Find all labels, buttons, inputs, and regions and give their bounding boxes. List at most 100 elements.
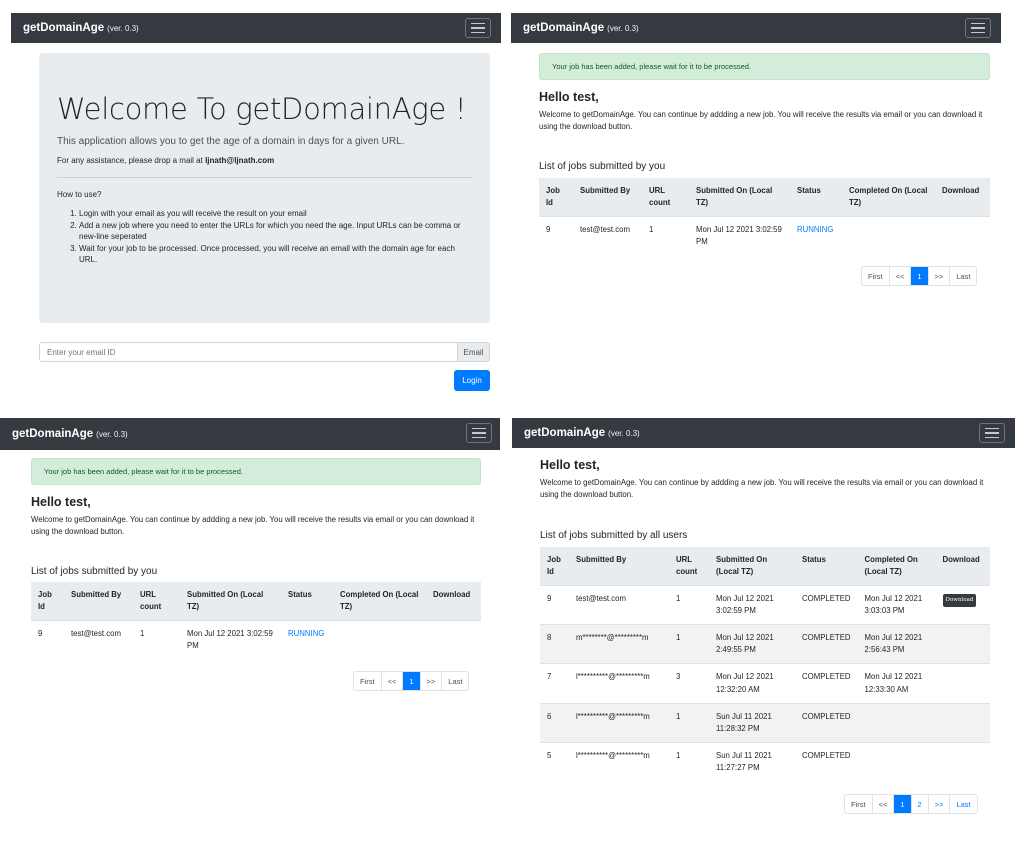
col-job-id: Job Id — [31, 582, 64, 621]
jobs-table-wrapper: Job Id Submitted By URL count Submitted … — [540, 547, 990, 781]
table-row: 6 l**********@*********m 1 Sun Jul 11 20… — [540, 702, 990, 743]
login-button[interactable]: Login — [454, 370, 490, 391]
success-alert: Your job has been added, please wait for… — [539, 53, 990, 80]
cell-job-id: 9 — [31, 620, 64, 660]
navbar: getDomainAge (ver. 0.3) — [511, 13, 1001, 43]
page-next[interactable]: >> — [421, 672, 443, 690]
greeting: Hello test, — [540, 458, 600, 472]
version-label: (ver. 0.3) — [96, 430, 128, 439]
col-completed-on: Completed On (Local TZ) — [333, 582, 426, 621]
navbar: getDomainAge (ver. 0.3) — [11, 13, 501, 43]
brand[interactable]: getDomainAge (ver. 0.3) — [523, 22, 639, 34]
page-1[interactable]: 1 — [894, 795, 912, 813]
hamburger-icon — [471, 22, 485, 25]
email-input-group: Email — [39, 342, 490, 362]
col-completed-on: Completed On (Local TZ) — [857, 547, 936, 586]
pagination: First << 1 >> Last — [353, 671, 470, 691]
cell-url-count: 1 — [133, 620, 180, 660]
email-input[interactable] — [39, 342, 457, 362]
col-download: Download — [935, 547, 990, 586]
page-last[interactable]: Last — [950, 795, 976, 813]
page-title: Welcome To getDomainAge ! — [57, 92, 467, 126]
page-first[interactable]: First — [845, 795, 873, 813]
cell-url-count: 1 — [642, 216, 689, 256]
cell-url-count: 1 — [669, 741, 709, 781]
page-prev[interactable]: << — [873, 795, 895, 813]
page-first[interactable]: First — [862, 267, 890, 285]
welcome-jumbotron: Welcome To getDomainAge ! This applicati… — [39, 53, 490, 323]
navbar-toggler[interactable] — [965, 18, 991, 38]
navbar-toggler[interactable] — [979, 423, 1005, 443]
howto-step: Login with your email as you will receiv… — [79, 208, 472, 220]
version-label: (ver. 0.3) — [107, 24, 139, 33]
cell-status: COMPLETED — [795, 624, 858, 664]
status-running: RUNNING — [790, 216, 842, 256]
cell-url-count: 3 — [669, 663, 709, 704]
pagination: First << 1 2 >> Last — [844, 794, 978, 814]
cell-status: COMPLETED — [795, 741, 858, 781]
page-1[interactable]: 1 — [911, 267, 929, 285]
howto-step: Add a new job where you need to enter th… — [79, 220, 472, 243]
cell-status: COMPLETED — [795, 663, 858, 704]
version-label: (ver. 0.3) — [607, 24, 639, 33]
page-2[interactable]: 2 — [912, 795, 929, 813]
cell-url-count: 1 — [669, 702, 709, 743]
navbar: getDomainAge (ver. 0.3) — [512, 418, 1015, 448]
table-row: 9 test@test.com 1 Mon Jul 12 2021 3:02:5… — [31, 620, 481, 660]
download-button[interactable]: Download — [942, 594, 977, 607]
cell-submitted-by: test@test.com — [64, 620, 133, 660]
greeting: Hello test, — [31, 495, 91, 509]
assistance-text: For any assistance, please drop a mail a… — [57, 156, 275, 165]
page-last[interactable]: Last — [950, 267, 976, 285]
greeting: Hello test, — [539, 90, 599, 104]
welcome-text: Welcome to getDomainAge. You can continu… — [540, 478, 984, 500]
col-submitted-by: Submitted By — [573, 178, 642, 217]
page-prev[interactable]: << — [890, 267, 912, 285]
navbar-toggler[interactable] — [465, 18, 491, 38]
cell-completed-on: Mon Jul 12 2021 3:03:03 PM — [857, 585, 936, 625]
col-submitted-on: Submitted On (Local TZ) — [709, 547, 795, 586]
welcome-text: Welcome to getDomainAge. You can continu… — [31, 515, 475, 537]
version-label: (ver. 0.3) — [608, 429, 640, 438]
col-status: Status — [281, 582, 333, 621]
page-next[interactable]: >> — [929, 795, 951, 813]
cell-submitted-on: Mon Jul 12 2021 3:02:59 PM — [689, 216, 790, 256]
hamburger-icon — [472, 427, 486, 430]
col-url-count: URL count — [133, 582, 180, 621]
user-dashboard-screen-2: getDomainAge (ver. 0.3) Your job has been… — [0, 418, 500, 708]
page-last[interactable]: Last — [442, 672, 468, 690]
page-1[interactable]: 1 — [403, 672, 421, 690]
jobs-list-title: List of jobs submitted by you — [539, 161, 666, 172]
cell-download: Download — [935, 585, 990, 625]
cell-submitted-by: test@test.com — [569, 585, 669, 625]
cell-submitted-on: Mon Jul 12 2021 12:32:20 AM — [709, 663, 795, 704]
col-completed-on: Completed On (Local TZ) — [842, 178, 935, 217]
cell-job-id: 6 — [540, 702, 569, 743]
divider — [57, 177, 472, 178]
col-download: Download — [935, 178, 990, 217]
howto-steps: Login with your email as you will receiv… — [57, 208, 472, 266]
col-url-count: URL count — [669, 547, 709, 586]
page-prev[interactable]: << — [382, 672, 404, 690]
navbar-toggler[interactable] — [466, 423, 492, 443]
cell-job-id: 9 — [540, 585, 569, 625]
cell-status: COMPLETED — [795, 585, 858, 625]
page-next[interactable]: >> — [929, 267, 951, 285]
cell-download — [935, 624, 990, 664]
col-status: Status — [795, 547, 858, 586]
cell-submitted-by: m********@*********m — [569, 624, 669, 664]
jobs-table: Job Id Submitted By URL count Submitted … — [539, 178, 990, 256]
page-first[interactable]: First — [354, 672, 382, 690]
col-job-id: Job Id — [540, 547, 569, 586]
cell-url-count: 1 — [669, 585, 709, 625]
welcome-text: Welcome to getDomainAge. You can continu… — [539, 110, 983, 132]
brand[interactable]: getDomainAge (ver. 0.3) — [12, 428, 128, 440]
brand[interactable]: getDomainAge (ver. 0.3) — [524, 427, 640, 439]
cell-job-id: 8 — [540, 624, 569, 664]
cell-submitted-on: Sun Jul 11 2021 11:28:32 PM — [709, 702, 795, 743]
brand[interactable]: getDomainAge (ver. 0.3) — [23, 22, 139, 34]
table-row: 9 test@test.com 1 Mon Jul 12 2021 3:02:5… — [540, 585, 990, 625]
col-job-id: Job Id — [539, 178, 573, 217]
col-submitted-on: Submitted On (Local TZ) — [180, 582, 281, 621]
admin-dashboard-screen: getDomainAge (ver. 0.3) Hello test, Welco… — [512, 418, 1015, 828]
